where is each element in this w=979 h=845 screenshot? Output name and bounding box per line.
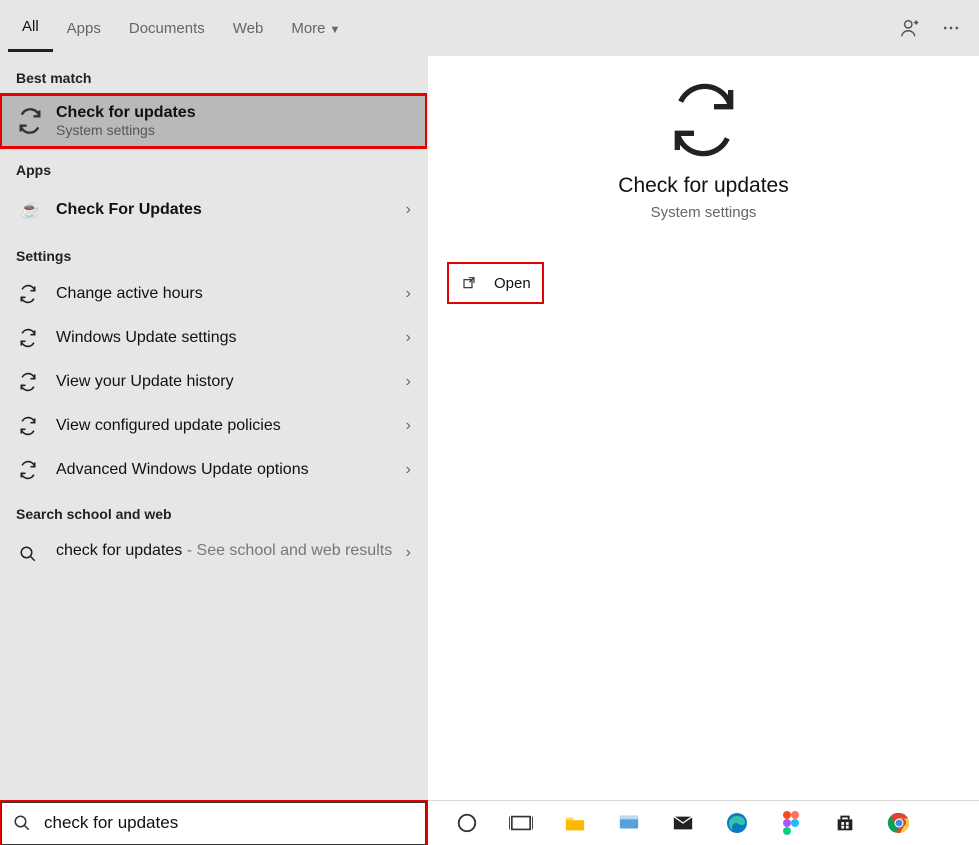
update-cycle-icon (16, 370, 40, 394)
open-external-icon (460, 273, 480, 293)
setting-windows-update-settings[interactable]: Windows Update settings › (0, 316, 427, 360)
tab-documents[interactable]: Documents (115, 6, 219, 51)
web-search-label: check for updates - See school and web r… (56, 540, 406, 562)
setting-view-update-history[interactable]: View your Update history › (0, 360, 427, 404)
section-settings: Settings (0, 234, 427, 272)
preview-title: Check for updates (618, 174, 788, 198)
update-cycle-icon (16, 107, 44, 135)
task-view-icon[interactable] (507, 809, 535, 837)
tab-web[interactable]: Web (219, 6, 278, 51)
chevron-right-icon: › (406, 201, 411, 219)
search-input[interactable] (44, 813, 415, 833)
open-button[interactable]: Open (448, 263, 543, 303)
setting-label: Windows Update settings (56, 329, 406, 347)
setting-change-active-hours[interactable]: Change active hours › (0, 272, 427, 316)
taskbar-icons (427, 809, 979, 837)
result-app-check-for-updates[interactable]: ☕ Check For Updates › (0, 186, 427, 234)
update-cycle-icon (664, 80, 744, 160)
section-best-match: Best match (0, 56, 427, 94)
cortana-icon[interactable] (453, 809, 481, 837)
section-search-web: Search school and web (0, 492, 427, 530)
edge-browser-icon[interactable] (723, 809, 751, 837)
setting-label: View configured update policies (56, 417, 406, 435)
result-check-for-updates[interactable]: Check for updates System settings (0, 94, 427, 148)
open-label: Open (494, 275, 531, 292)
chevron-right-icon: › (406, 329, 411, 347)
tab-all[interactable]: All (8, 4, 53, 52)
file-explorer-icon[interactable] (561, 809, 589, 837)
result-title: Check For Updates (56, 201, 406, 219)
account-icon[interactable] (891, 8, 931, 48)
app-icon-generic[interactable] (615, 809, 643, 837)
chevron-right-icon: › (406, 285, 411, 303)
result-subtitle: System settings (56, 122, 411, 138)
more-options-icon[interactable] (931, 8, 971, 48)
chevron-right-icon: › (406, 417, 411, 435)
update-cycle-icon (16, 326, 40, 350)
results-list: Best match Check for updates System sett… (0, 56, 427, 800)
search-icon (12, 813, 32, 833)
update-cycle-icon (16, 458, 40, 482)
search-icon (16, 542, 40, 566)
figma-icon[interactable] (777, 809, 805, 837)
chevron-down-icon: ▼ (330, 24, 341, 36)
setting-label: Advanced Windows Update options (56, 461, 406, 479)
result-title: Check for updates (56, 104, 411, 122)
app-icon: ☕ (16, 196, 44, 224)
update-cycle-icon (16, 414, 40, 438)
tab-more[interactable]: More▼ (277, 6, 354, 51)
preview-subtitle: System settings (651, 204, 757, 221)
search-filter-tabs: All Apps Documents Web More▼ (0, 0, 979, 56)
tab-apps[interactable]: Apps (53, 6, 115, 51)
setting-advanced-windows-update-options[interactable]: Advanced Windows Update options › (0, 448, 427, 492)
chrome-browser-icon[interactable] (885, 809, 913, 837)
chevron-right-icon: › (406, 544, 411, 562)
setting-view-configured-update-policies[interactable]: View configured update policies › (0, 404, 427, 448)
section-apps: Apps (0, 148, 427, 186)
microsoft-store-icon[interactable] (831, 809, 859, 837)
mail-icon[interactable] (669, 809, 697, 837)
setting-label: Change active hours (56, 285, 406, 303)
setting-label: View your Update history (56, 373, 406, 391)
preview-pane: Check for updates System settings Open (427, 56, 979, 800)
chevron-right-icon: › (406, 461, 411, 479)
taskbar-search-box[interactable] (0, 801, 427, 845)
update-cycle-icon (16, 282, 40, 306)
chevron-right-icon: › (406, 373, 411, 391)
result-web-search[interactable]: check for updates - See school and web r… (0, 530, 427, 576)
taskbar (0, 800, 979, 845)
